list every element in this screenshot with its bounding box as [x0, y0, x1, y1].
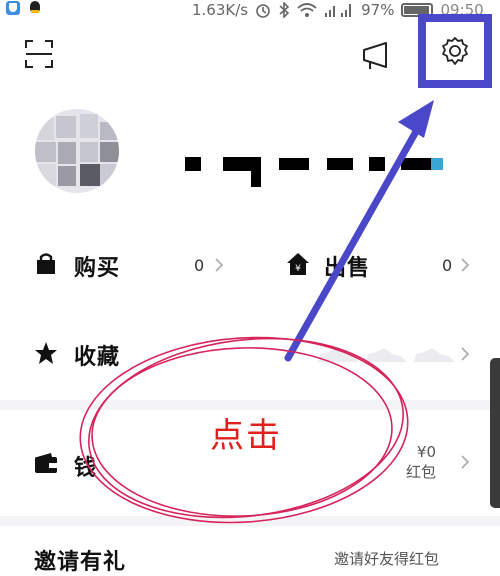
- annotation-overlay: [79, 100, 434, 524]
- annotation-arrow: [284, 100, 434, 362]
- annotation-click-label: 点击: [210, 416, 282, 456]
